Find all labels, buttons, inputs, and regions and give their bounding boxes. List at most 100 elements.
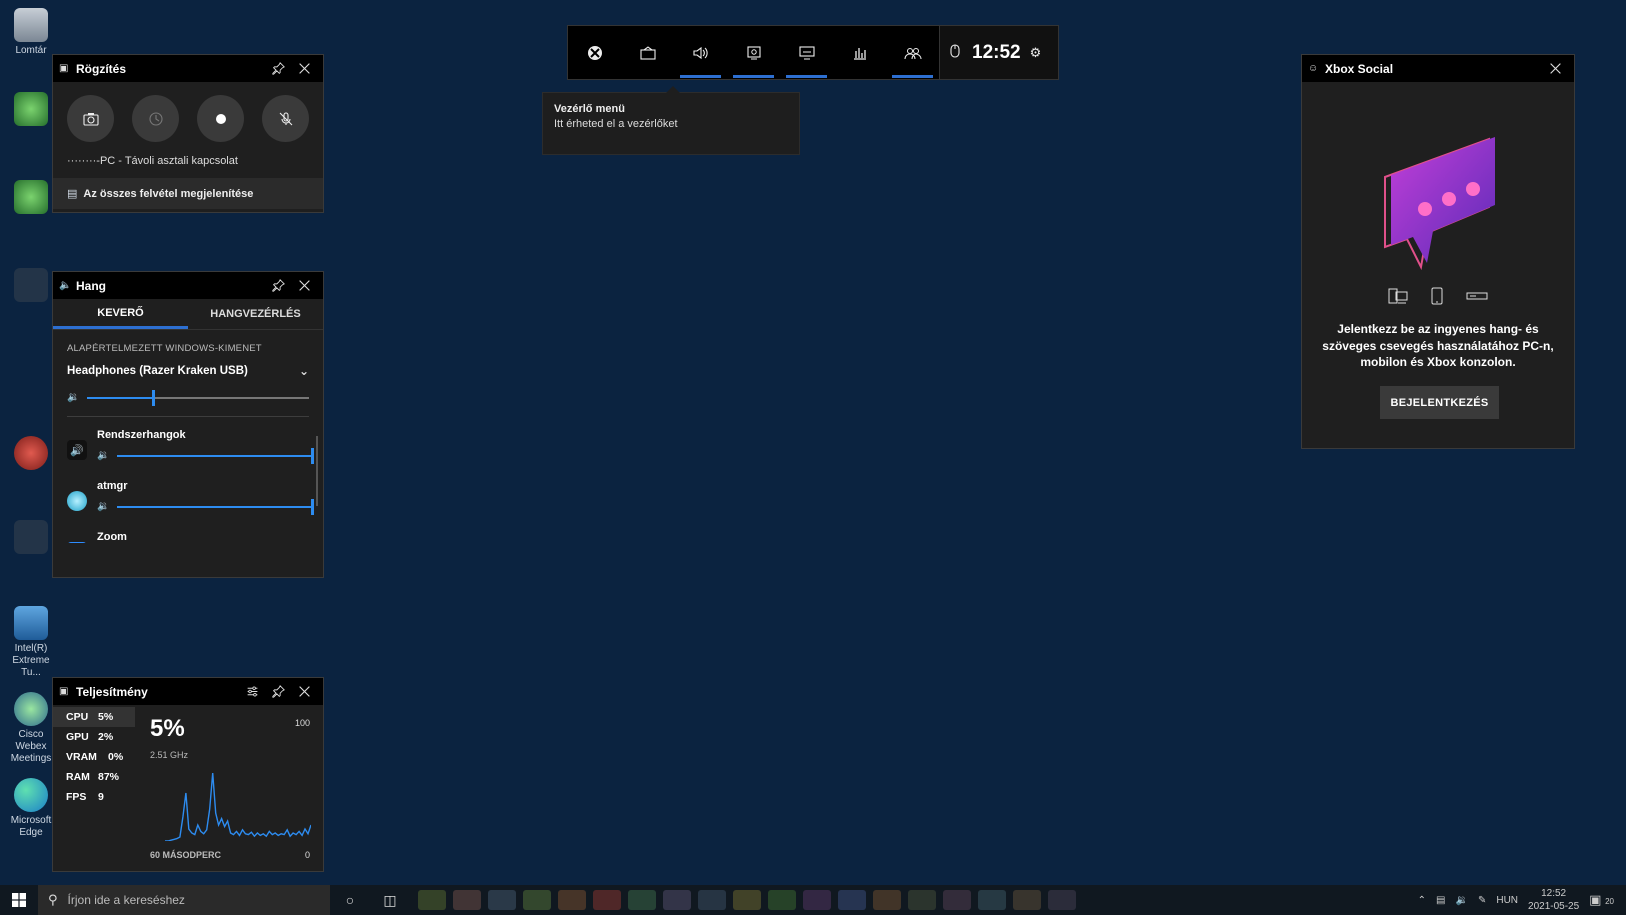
mouse-icon[interactable] [950,44,960,61]
performance-icon [853,47,866,60]
language-indicator[interactable]: HUN [1496,895,1518,906]
pin-icon[interactable] [265,272,291,299]
taskbar-app[interactable] [558,890,586,910]
taskbar-search-input[interactable]: ⚲ Írjon ide a kereséshez [38,885,330,915]
app-icon [14,92,48,126]
tab-mixer[interactable]: KEVERŐ [53,299,188,329]
history-icon [148,111,163,126]
notification-center-button[interactable]: ▣ 20 [1589,892,1614,908]
start-recording-button[interactable] [197,95,244,142]
signin-button[interactable]: BEJELENTKEZÉS [1380,386,1499,419]
resources-button[interactable] [780,26,833,79]
intel-extreme-tuning-shortcut[interactable]: Intel(R) Extreme Tu... [2,606,60,679]
volume-icon: 🔉 [67,392,80,403]
close-icon[interactable] [291,272,317,299]
taskbar-app[interactable] [698,890,726,910]
tab-voice[interactable]: HANGVEZÉRLÉS [188,299,323,329]
recycle-bin-icon [14,8,48,42]
gear-icon[interactable]: ⚙ [1030,45,1042,61]
output-device-select[interactable]: Headphones (Razer Kraken USB) ⌄ [53,354,323,378]
taskbar-clock[interactable]: 12:52 2021-05-25 [1528,887,1579,913]
metric-ram[interactable]: RAM 87% [53,767,135,787]
metric-value: 9 [98,791,104,803]
cortana-button[interactable]: ○ [330,892,370,908]
master-volume-slider[interactable] [87,389,309,406]
capture-buttons [53,82,323,142]
desktop-icon-label: Lomtár [15,45,47,56]
pin-icon[interactable] [265,55,291,82]
taskbar-app[interactable] [768,890,796,910]
pen-icon[interactable]: ✎ [1478,895,1486,906]
taskbar-app[interactable] [838,890,866,910]
settings-sliders-icon[interactable] [239,678,265,705]
pinned-apps [418,890,1076,910]
show-all-captures-link[interactable]: ▤ Az összes felvétel megjelenítése [53,178,323,209]
capture-button[interactable] [727,26,780,79]
taskbar-app[interactable] [418,890,446,910]
metric-gpu[interactable]: GPU 2% [53,727,135,747]
app-volume-control: 🔉 [97,441,314,464]
taskbar-app[interactable] [628,890,656,910]
app-volume-slider[interactable] [117,498,314,515]
taskbar-app[interactable] [1013,890,1041,910]
taskbar-app[interactable] [873,890,901,910]
app-name: Rendszerhangok [97,429,186,441]
game-bar-clock: 12:52 [972,41,1021,63]
recycle-bin-shortcut[interactable]: Lomtár [2,8,60,57]
close-icon[interactable] [291,678,317,705]
pin-icon[interactable] [265,678,291,705]
close-icon[interactable] [1542,55,1568,82]
taskbar-app[interactable] [663,890,691,910]
taskbar-app[interactable] [978,890,1006,910]
close-icon[interactable] [291,55,317,82]
volume-icon[interactable]: 🔉 [1456,895,1468,906]
metric-key: VRAM [66,751,97,763]
widget-store-button[interactable] [621,26,674,79]
taskbar-app[interactable] [523,890,551,910]
metric-vram[interactable]: VRAM 0% [53,747,135,767]
taskbar-app[interactable] [453,890,481,910]
show-all-captures-label: Az összes felvétel megjelenítése [83,187,254,200]
xbox-social-widget: ☺ Xbox Social Jelentkezz be az ingyenes … [1301,54,1575,449]
chevron-up-icon[interactable]: ⌃ [1418,895,1426,906]
metric-key: CPU [66,711,89,723]
performance-button[interactable] [833,26,886,79]
social-button[interactable] [886,26,939,79]
record-last-button[interactable] [132,95,179,142]
cpu-big-value: 5% [150,715,185,742]
metric-value: 5% [98,711,114,723]
screenshot-button[interactable] [67,95,114,142]
social-signin-message: Jelentkezz be az ingyenes hang- és szöve… [1322,322,1554,369]
metric-cpu[interactable]: CPU 5% [53,707,135,727]
mixer-scrollbar[interactable] [316,436,318,506]
taskbar-app[interactable] [943,890,971,910]
taskbar-app[interactable] [488,890,516,910]
taskbar-app[interactable] [593,890,621,910]
task-view-button[interactable]: ◫ [370,892,410,909]
capture-session-label: ········-PC - Távoli asztali kapcsolat [67,155,238,167]
audio-widget: 🔈 Hang KEVERŐ HANGVEZÉRLÉS ALAPÉRTELMEZE… [52,271,324,578]
console-icon [1466,292,1488,300]
social-icon: ☺ [1308,63,1319,74]
metric-fps[interactable]: FPS 9 [53,787,135,807]
tooltip-title: Vezérlő menü [554,103,625,115]
slider-thumb[interactable] [151,389,155,406]
microphone-toggle-button[interactable] [262,95,309,142]
taskbar-app[interactable] [803,890,831,910]
audio-button[interactable] [674,26,727,79]
slider-thumb[interactable] [311,498,314,515]
taskbar-app[interactable] [733,890,761,910]
start-button[interactable] [0,893,38,907]
taskbar-app[interactable] [908,890,936,910]
performance-header: ▣ Teljesítmény [53,678,323,705]
game-bar-status: 12:52 ⚙ [940,26,1058,79]
taskbar-app[interactable] [1048,890,1076,910]
record-icon [215,113,226,124]
cpu-usage-graph [165,772,311,841]
app-volume-slider[interactable] [117,447,314,464]
network-icon[interactable]: ▤ [1436,895,1445,906]
metric-key: RAM [66,771,90,783]
slider-thumb[interactable] [311,447,314,464]
xbox-button[interactable] [568,26,621,79]
system-sounds-icon: 🔊 [67,440,87,460]
